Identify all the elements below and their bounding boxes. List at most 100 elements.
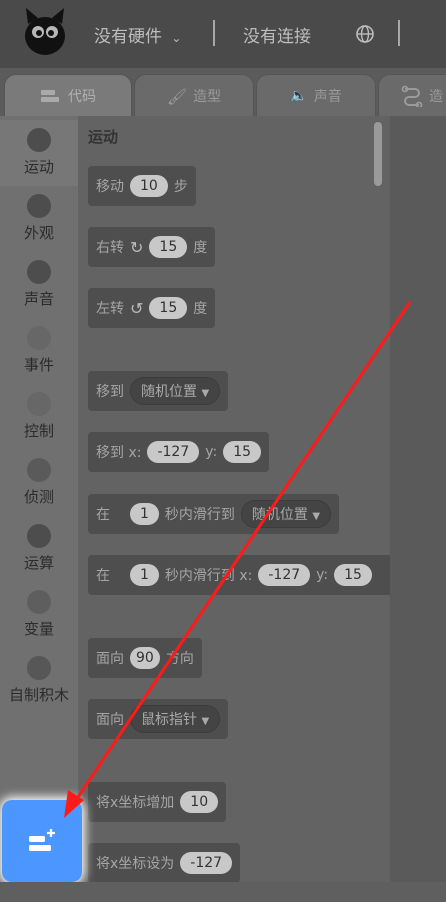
category-motion[interactable]: 运动	[0, 120, 78, 186]
tab-costumes[interactable]: 🖌 造型	[134, 74, 254, 118]
block-text: 将x坐标增加	[96, 795, 175, 811]
bottom-bar	[0, 882, 446, 902]
block-goto[interactable]: 移到 随机位置 ▼	[88, 371, 229, 411]
category-menu: 运动 外观 声音 事件 控制 侦测 运算 变量 自制积木	[0, 116, 78, 902]
globe-icon[interactable]	[355, 24, 375, 44]
category-label: 自制积木	[8, 686, 69, 704]
divider	[213, 20, 215, 46]
hardware-icon	[401, 85, 423, 107]
category-label: 声音	[23, 290, 54, 308]
block-point-towards[interactable]: 面向 鼠标指针 ▼	[88, 699, 229, 739]
dropdown-arrow-icon: ▼	[312, 511, 321, 522]
category-events[interactable]: 事件	[0, 318, 78, 384]
category-label: 变量	[23, 620, 54, 638]
rotate-right-icon: ↻	[130, 237, 144, 257]
editor-tabs: 代码 🖌 造型 🔈 声音 造	[0, 68, 446, 118]
tab-hardware[interactable]: 造	[378, 74, 446, 118]
category-dot	[27, 524, 51, 548]
x-input[interactable]: -127	[147, 441, 200, 463]
x-change-input[interactable]: 10	[180, 791, 219, 813]
dropdown-value: 随机位置	[251, 507, 308, 523]
code-icon	[41, 90, 59, 102]
script-area	[390, 116, 446, 902]
block-text: 步	[173, 179, 188, 195]
connection-menu[interactable]: 没有连接	[243, 22, 311, 47]
block-text: 将x坐标设为	[96, 856, 175, 872]
category-variables[interactable]: 变量	[0, 582, 78, 648]
category-dot	[27, 458, 51, 482]
category-looks[interactable]: 外观	[0, 186, 78, 252]
block-text: 移到	[96, 384, 124, 400]
rotate-left-icon: ↺	[130, 298, 144, 318]
block-text: 秒内滑行到	[164, 507, 235, 523]
category-label: 控制	[23, 422, 54, 440]
tab-code[interactable]: 代码	[4, 74, 132, 118]
tab-label: 声音	[313, 89, 342, 105]
tab-sounds[interactable]: 🔈 声音	[256, 74, 376, 118]
category-operators[interactable]: 运算	[0, 516, 78, 582]
block-text: 度	[193, 301, 208, 317]
block-text: y:	[316, 567, 329, 583]
category-dot	[27, 590, 51, 614]
block-text: 度	[193, 240, 208, 256]
block-change-x[interactable]: 将x坐标增加 10	[88, 782, 227, 822]
dropdown-arrow-icon: ▼	[201, 716, 210, 727]
category-control[interactable]: 控制	[0, 384, 78, 450]
palette-scrollbar[interactable]	[374, 122, 382, 186]
tab-label: 造	[429, 89, 443, 105]
glide-target-dropdown[interactable]: 随机位置 ▼	[240, 500, 332, 528]
hardware-menu[interactable]: 没有硬件 ⌄	[94, 22, 181, 47]
category-sound[interactable]: 声音	[0, 252, 78, 318]
seconds-input[interactable]: 1	[130, 564, 159, 586]
hardware-label: 没有硬件	[94, 27, 162, 47]
block-text: y:	[205, 444, 218, 460]
block-text: 秒内滑行到 x:	[164, 568, 253, 584]
y-input[interactable]: 15	[223, 441, 262, 463]
goto-target-dropdown[interactable]: 随机位置 ▼	[130, 377, 221, 405]
point-target-dropdown[interactable]: 鼠标指针 ▼	[130, 705, 221, 733]
category-label: 运算	[23, 554, 54, 572]
degrees-input[interactable]: 15	[149, 236, 188, 258]
category-label: 侦测	[23, 488, 54, 506]
chevron-down-icon: ⌄	[171, 31, 182, 45]
category-my-blocks[interactable]: 自制积木	[0, 648, 78, 714]
add-extension-button[interactable]	[2, 800, 82, 882]
block-move-steps[interactable]: 移动 10 步	[88, 166, 196, 206]
app-logo	[25, 8, 65, 55]
category-sensing[interactable]: 侦测	[0, 450, 78, 516]
connection-label: 没有连接	[243, 27, 311, 47]
block-turn-left[interactable]: 左转 ↺ 15 度	[88, 288, 216, 328]
tab-label: 造型	[193, 89, 222, 105]
category-dot	[27, 128, 51, 152]
block-glide-xy[interactable]: 在 1 秒内滑行到 x: -127 y: 15	[88, 555, 390, 595]
seconds-input[interactable]: 1	[130, 503, 159, 525]
block-text: 在	[96, 507, 110, 523]
block-set-x[interactable]: 将x坐标设为 -127	[88, 843, 241, 883]
dropdown-value: 鼠标指针	[141, 712, 197, 728]
category-dot	[27, 392, 51, 416]
category-dot	[27, 194, 51, 218]
divider	[398, 20, 400, 46]
block-text: 面向	[96, 712, 124, 728]
direction-input[interactable]: 90	[130, 647, 160, 669]
y-input[interactable]: 15	[334, 564, 372, 586]
block-turn-right[interactable]: 右转 ↻ 15 度	[88, 227, 216, 267]
block-text: 移到 x:	[96, 445, 142, 461]
section-title: 运动	[88, 128, 119, 146]
block-goto-xy[interactable]: 移到 x: -127 y: 15	[88, 432, 270, 472]
x-input[interactable]: -127	[258, 564, 311, 586]
dropdown-value: 随机位置	[141, 384, 197, 400]
block-text: 右转	[96, 240, 124, 256]
degrees-input[interactable]: 15	[149, 297, 188, 319]
block-text: 方向	[165, 651, 194, 667]
block-text: 在	[96, 568, 110, 584]
x-set-input[interactable]: -127	[180, 852, 233, 874]
tab-label: 代码	[68, 89, 96, 105]
menu-bar: 没有硬件 ⌄ 没有连接	[0, 0, 446, 68]
brush-icon: 🖌	[166, 86, 188, 106]
steps-input[interactable]: 10	[130, 175, 168, 197]
block-text: 面向	[96, 651, 124, 667]
block-glide-to[interactable]: 在 1 秒内滑行到 随机位置 ▼	[88, 494, 340, 534]
speaker-icon: 🔈	[290, 88, 308, 104]
block-point-direction[interactable]: 面向 90 方向	[88, 638, 202, 678]
